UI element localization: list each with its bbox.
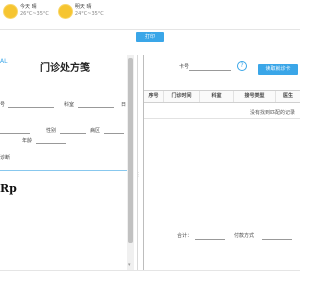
patient-id-label: 号 bbox=[0, 102, 6, 108]
splitter-grip-icon[interactable]: ⋮ bbox=[136, 172, 141, 178]
sun-icon bbox=[4, 4, 17, 18]
scrollbar-thumb[interactable] bbox=[128, 58, 133, 243]
card-number-label: 卡号 bbox=[179, 64, 190, 70]
weather-temp: 24°C~35°C bbox=[74, 11, 104, 17]
bottom-bar bbox=[0, 270, 300, 300]
column-header[interactable]: 科室 bbox=[200, 91, 234, 102]
rp-symbol: Rp bbox=[0, 182, 17, 195]
read-card-button[interactable]: 读取就诊卡 bbox=[258, 64, 298, 75]
gender-label: 性别 bbox=[46, 128, 57, 134]
print-button[interactable]: 打印 bbox=[136, 32, 164, 42]
department-label: 科室 bbox=[64, 102, 75, 108]
app-root: 今天 晴 26°C~35°C 明天 晴 24°C~35°C 打印 AL 门诊处方… bbox=[0, 0, 300, 300]
help-icon[interactable]: ? bbox=[237, 61, 247, 71]
prescription-panel bbox=[0, 55, 134, 270]
total-field[interactable] bbox=[195, 239, 225, 240]
visit-table: 序号 门诊时间 科室 接号类型 医生 bbox=[144, 90, 300, 103]
sun-icon bbox=[58, 4, 72, 18]
card-number-input[interactable] bbox=[189, 70, 231, 71]
panel-splitter[interactable] bbox=[137, 55, 138, 270]
name-field bbox=[0, 133, 30, 134]
empty-table-message: 没有找到匹配的记录 bbox=[250, 110, 296, 116]
prescription-title: 门诊处方笺 bbox=[40, 63, 90, 74]
column-header[interactable]: 门诊时间 bbox=[164, 91, 200, 102]
weather-temp: 26°C~35°C bbox=[20, 11, 49, 17]
diagnosis-label: 诊断 bbox=[0, 155, 11, 161]
gender-field bbox=[60, 133, 86, 134]
weather-condition: 晴 bbox=[86, 4, 92, 10]
payment-method-label: 付款方式 bbox=[234, 233, 255, 239]
weather-condition: 晴 bbox=[31, 4, 37, 10]
weather-day: 明天 bbox=[74, 4, 85, 10]
table-header: 序号 门诊时间 科室 接号类型 医生 bbox=[144, 90, 300, 103]
payment-method-field[interactable] bbox=[262, 239, 292, 240]
age-label: 年龄 bbox=[22, 138, 33, 144]
column-header[interactable]: 接号类型 bbox=[234, 91, 276, 102]
department-field bbox=[78, 107, 114, 108]
weather-today: 今天 晴 26°C~35°C bbox=[4, 4, 49, 18]
age-field bbox=[36, 143, 66, 144]
date-label: 日 bbox=[121, 102, 127, 108]
column-header[interactable]: 医生 bbox=[276, 91, 300, 102]
weather-tomorrow: 明天 晴 24°C~35°C bbox=[58, 4, 104, 18]
patient-id-field bbox=[8, 107, 54, 108]
header-divider bbox=[0, 29, 300, 30]
panel-mark: AL bbox=[0, 58, 8, 65]
total-label: 合计： bbox=[177, 233, 193, 239]
weather-day: 今天 bbox=[20, 4, 31, 10]
column-header[interactable]: 序号 bbox=[144, 91, 164, 102]
scroll-down-icon[interactable]: ▾ bbox=[128, 262, 134, 268]
table-divider bbox=[144, 118, 300, 119]
visit-record-panel bbox=[143, 55, 300, 270]
section-divider bbox=[0, 170, 127, 171]
weather-bar: 今天 晴 26°C~35°C 明天 晴 24°C~35°C bbox=[4, 4, 104, 18]
ward-field bbox=[104, 133, 124, 134]
ward-label: 病区 bbox=[90, 128, 101, 134]
